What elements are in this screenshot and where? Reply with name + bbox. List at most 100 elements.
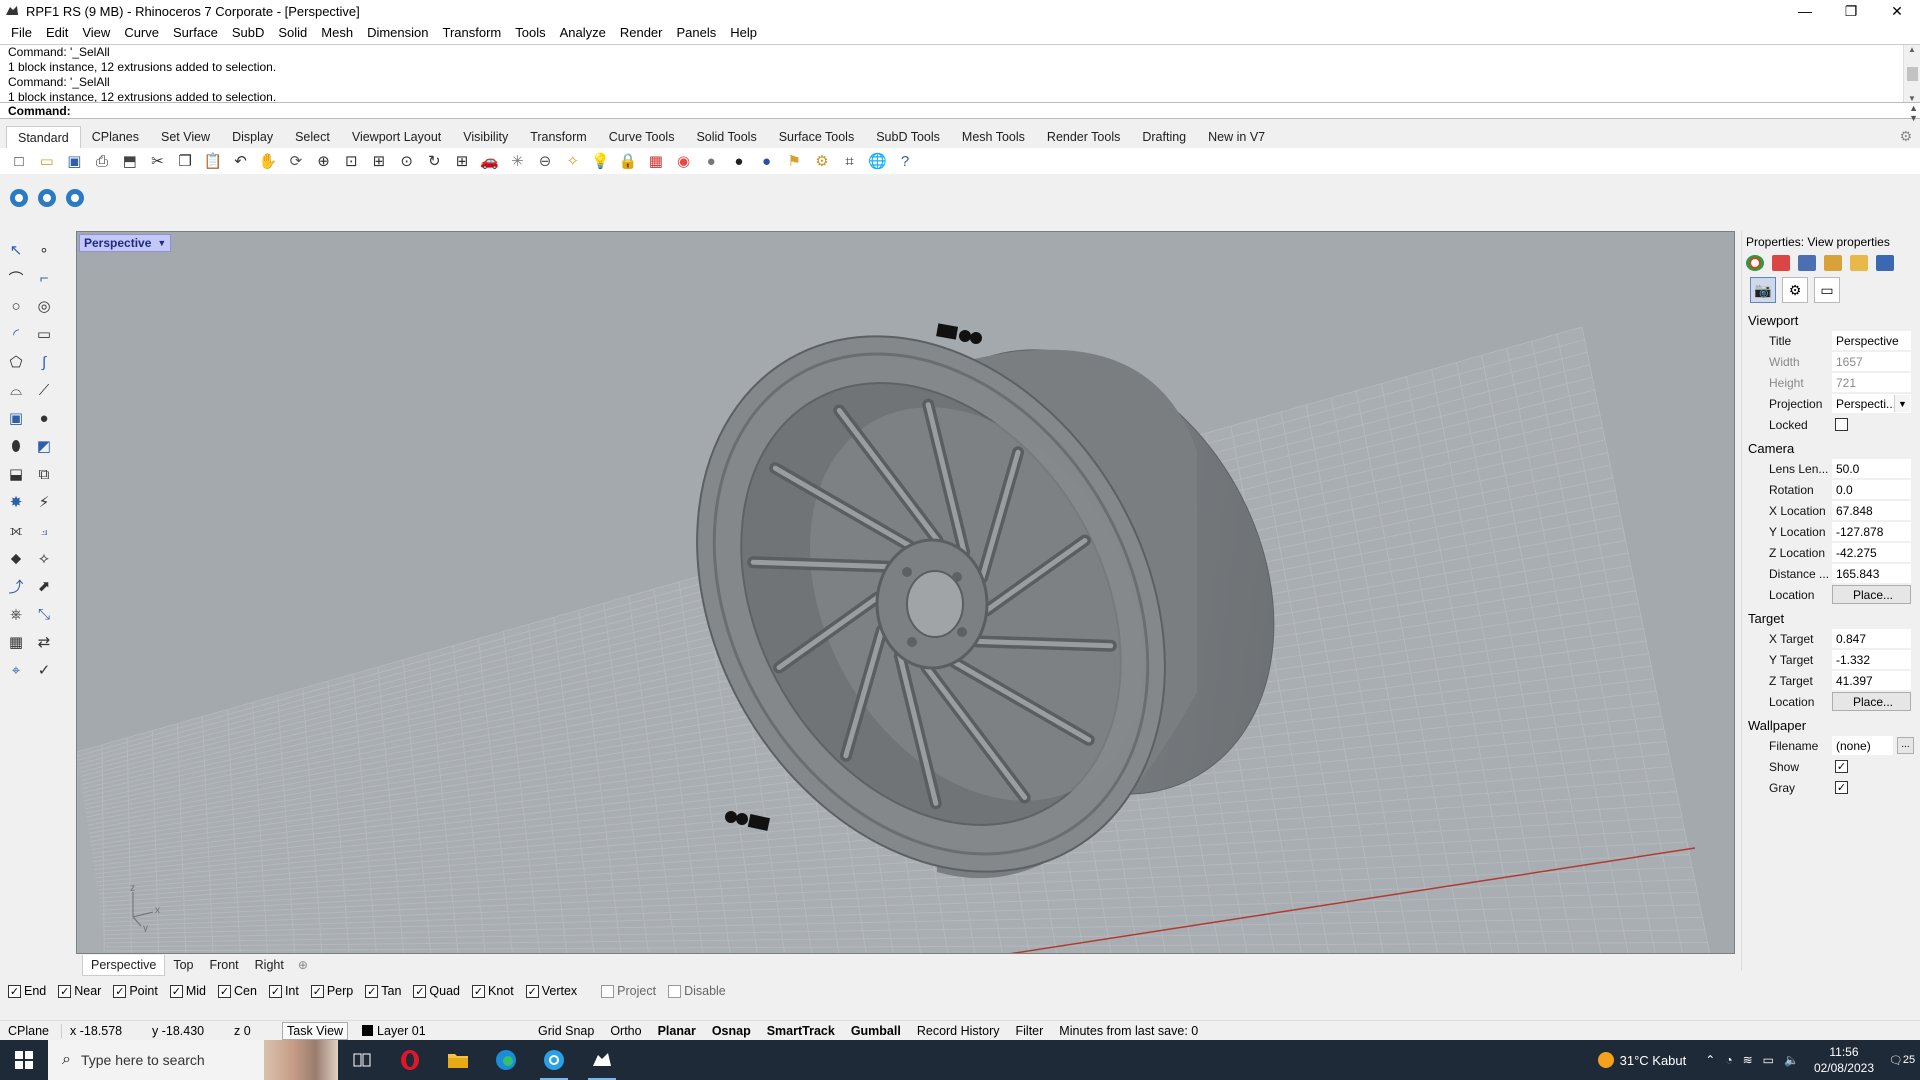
menu-file[interactable]: File <box>4 22 39 44</box>
extrude-icon[interactable]: ⬓ <box>5 463 27 485</box>
environment-sphere-icon[interactable]: ● <box>756 150 778 172</box>
menu-surface[interactable]: Surface <box>166 22 225 44</box>
tabs-gear-icon[interactable]: ⚙ <box>1899 128 1912 145</box>
box-icon[interactable]: ▣ <box>5 407 27 429</box>
z-location-field[interactable]: -42.275 <box>1832 543 1911 562</box>
render-icon-3[interactable] <box>64 187 86 209</box>
osnap-checkbox[interactable]: ✓ <box>268 984 282 998</box>
target-place-button[interactable]: Place... <box>1832 692 1911 711</box>
osnap-vertex[interactable]: ✓ Vertex <box>525 984 577 998</box>
align-icon[interactable]: ⤡ <box>33 603 55 625</box>
osnap-checkbox[interactable]: ✓ <box>365 984 379 998</box>
osnap-checkbox[interactable]: ✓ <box>472 984 485 998</box>
viewport-title[interactable]: Perspective <box>84 236 151 250</box>
open-icon[interactable]: ▭ <box>36 150 58 172</box>
menu-curve[interactable]: Curve <box>117 22 166 44</box>
menu-subd[interactable]: SubD <box>225 22 272 44</box>
file-explorer-button[interactable] <box>434 1040 482 1080</box>
circle-icon[interactable]: ○ <box>5 295 27 317</box>
explode-icon[interactable]: ⚡ <box>33 491 55 513</box>
zoom-extents-icon[interactable]: ⊞ <box>368 150 390 172</box>
lock-icon[interactable]: 🔒 <box>617 150 639 172</box>
render-icon-1[interactable] <box>8 187 30 209</box>
projection-select[interactable]: Perspecti... ▼ <box>1832 394 1911 413</box>
render-icon[interactable]: ✓ <box>33 659 55 681</box>
zoom-window-icon[interactable]: ⊡ <box>340 150 362 172</box>
x-location-field[interactable]: 67.848 <box>1832 501 1911 520</box>
scroll-up-icon[interactable]: ▲ <box>1908 45 1916 54</box>
sphere-icon[interactable]: ● <box>33 407 55 429</box>
smarttrack-toggle[interactable]: SmartTrack <box>759 1024 843 1038</box>
battery-icon[interactable]: ▭ <box>1763 1053 1774 1067</box>
osnap-checkbox[interactable] <box>668 984 682 998</box>
render-sphere-icon[interactable]: ● <box>700 150 722 172</box>
check-icon[interactable]: ⇄ <box>33 631 55 653</box>
minimize-button[interactable]: — <box>1782 0 1828 22</box>
rectangle-icon[interactable]: ▭ <box>33 323 55 345</box>
z-target-field[interactable]: 41.397 <box>1832 671 1911 690</box>
tab-surface-tools[interactable]: Surface Tools <box>768 126 866 148</box>
undo-icon[interactable]: ↶ <box>230 150 252 172</box>
settings-icon[interactable]: ⚙ <box>1782 277 1808 303</box>
opera-button[interactable] <box>386 1040 434 1080</box>
browse-button[interactable]: ... <box>1897 737 1914 754</box>
start-button[interactable] <box>0 1040 48 1080</box>
image-icon[interactable] <box>1876 255 1894 271</box>
light-icon[interactable]: 💡 <box>589 150 611 172</box>
lens-length-field[interactable]: 50.0 <box>1832 459 1911 478</box>
menu-panels[interactable]: Panels <box>669 22 723 44</box>
polygon-icon[interactable]: ⬠ <box>5 351 27 373</box>
select-arrow-icon[interactable]: ↖ <box>5 239 27 261</box>
menu-analyze[interactable]: Analyze <box>553 22 613 44</box>
command-history-scrollbar[interactable]: ▲ ▼ <box>1903 45 1920 102</box>
layer-icon[interactable]: ▦ <box>645 150 667 172</box>
tab-mesh-tools[interactable]: Mesh Tools <box>951 126 1036 148</box>
osnap-checkbox[interactable]: ✓ <box>169 984 183 998</box>
menu-render[interactable]: Render <box>613 22 670 44</box>
redo-view-icon[interactable]: ↻ <box>423 150 445 172</box>
osnap-quad[interactable]: ✓ Quad <box>413 984 460 998</box>
osnap-icon[interactable]: ✧ <box>562 150 584 172</box>
command-line[interactable]: Command: ▲ ▼ <box>0 102 1920 123</box>
notification-center-button[interactable]: 🗨 25 <box>1884 1040 1920 1080</box>
osnap-checkbox[interactable]: ✓ <box>525 984 539 998</box>
planar-toggle[interactable]: Planar <box>650 1024 704 1038</box>
filter-icon[interactable]: ⚑ <box>783 150 805 172</box>
scale-icon[interactable]: ⬈ <box>33 575 55 597</box>
print-icon[interactable]: ⎙ <box>91 150 113 172</box>
viewport-menu-arrow-icon[interactable]: ▼ <box>157 238 166 248</box>
filename-field[interactable]: (none) <box>1832 736 1893 755</box>
tab-visibility[interactable]: Visibility <box>452 126 519 148</box>
tab-display[interactable]: Display <box>221 126 284 148</box>
freeform-curve-icon[interactable]: ∫ <box>33 351 55 373</box>
cplane-indicator[interactable]: CPlane <box>0 1023 62 1038</box>
clock[interactable]: 11:56 02/08/2023 <box>1814 1044 1874 1076</box>
material-icon[interactable] <box>1772 255 1790 271</box>
color-icon[interactable]: ◉ <box>673 150 695 172</box>
chevron-up-icon[interactable]: ⌃ <box>1705 1053 1715 1067</box>
options-gear-icon[interactable]: ⚙ <box>811 150 833 172</box>
tab-subd-tools[interactable]: SubD Tools <box>865 126 951 148</box>
record-history-toggle[interactable]: Record History <box>909 1024 1008 1038</box>
new-file-icon[interactable]: □ <box>8 150 30 172</box>
material-sphere-icon[interactable]: ● <box>728 150 750 172</box>
menu-mesh[interactable]: Mesh <box>314 22 360 44</box>
wifi-icon[interactable]: ≋ <box>1743 1053 1753 1067</box>
search-placeholder[interactable]: Type here to search <box>81 1052 205 1068</box>
viewport-tab-perspective[interactable]: Perspective <box>82 954 166 976</box>
car-icon[interactable]: 🚗 <box>479 150 501 172</box>
import-icon[interactable]: ⬒ <box>119 150 141 172</box>
surface-icon[interactable]: ◩ <box>33 435 55 457</box>
taskbar-search[interactable]: ⌕ Type here to search <box>48 1040 338 1080</box>
gray-checkbox[interactable]: ✓ <box>1835 781 1848 794</box>
menu-view[interactable]: View <box>75 22 117 44</box>
osnap-checkbox[interactable]: ✓ <box>58 984 72 998</box>
osnap-point[interactable]: ✓ Point <box>113 984 158 998</box>
filter-toggle[interactable]: Filter <box>1008 1024 1052 1038</box>
dimension-icon[interactable]: ⌗ <box>839 150 861 172</box>
add-viewport-tab-icon[interactable]: ⊕ <box>292 958 314 972</box>
x-target-field[interactable]: 0.847 <box>1832 629 1911 648</box>
osnap-project[interactable]: Project <box>601 984 656 998</box>
tab-render-tools[interactable]: Render Tools <box>1036 126 1131 148</box>
task-view-button[interactable] <box>338 1040 386 1080</box>
